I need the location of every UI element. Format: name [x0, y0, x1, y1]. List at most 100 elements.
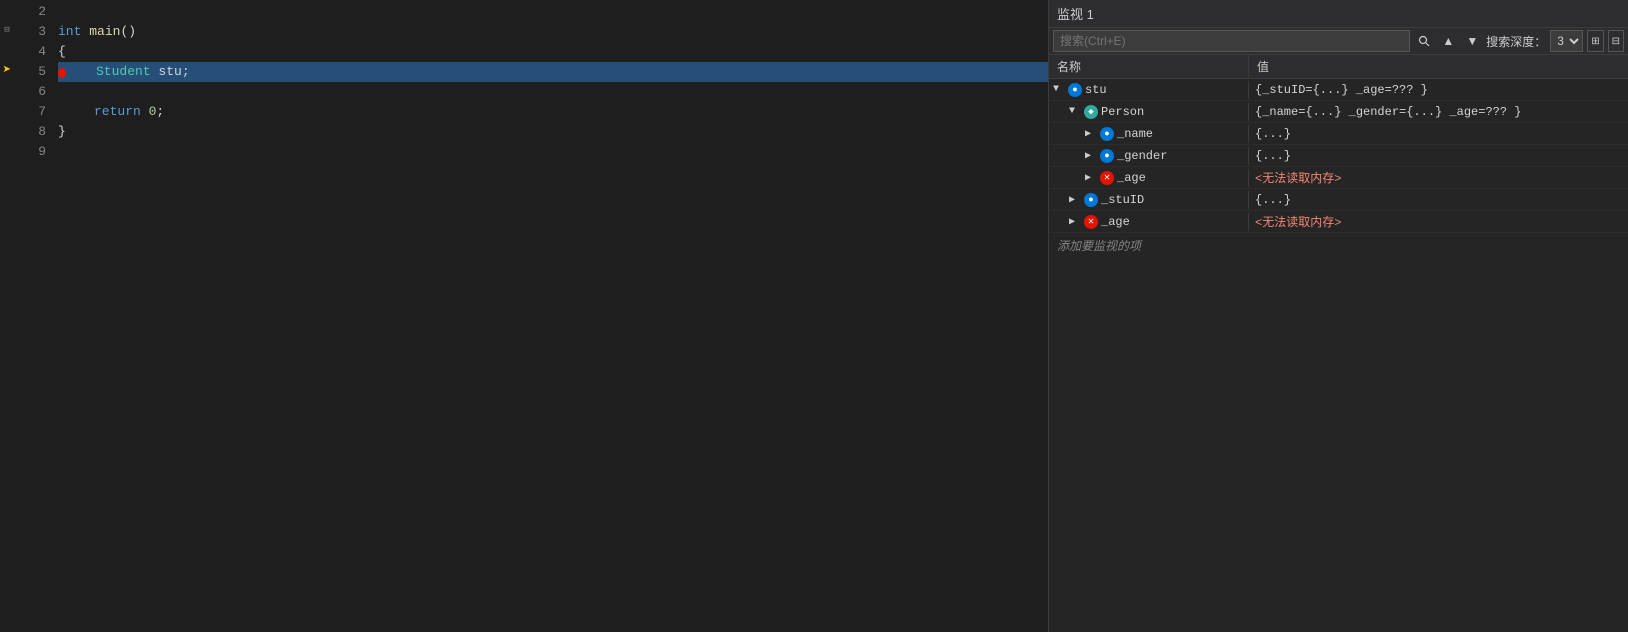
icon-name: ● [1100, 127, 1114, 141]
watch-table: ▼ ● stu {_stuID={...} _age=??? } ▼ ◆ Per… [1049, 79, 1628, 632]
format-icon: ⊞ [1591, 36, 1599, 47]
line-num-2: 2 [14, 2, 46, 22]
keyword-int: int [58, 22, 89, 42]
editor-panel: ⊟ ➤ 2 3 4 5 6 7 8 9 [0, 0, 1048, 632]
search-icon [1418, 35, 1430, 47]
watch-table-header: 名称 值 [1049, 55, 1628, 79]
semicolon: ; [156, 102, 164, 122]
up-arrow-btn[interactable]: ▲ [1438, 30, 1458, 52]
watch-row-name-stu: ▼ ● stu [1049, 81, 1249, 99]
label-name: _name [1117, 127, 1153, 141]
var-stu: stu; [158, 62, 189, 82]
code-line-9 [58, 142, 1048, 162]
expand-icon: ⊟ [1612, 36, 1620, 47]
gutter-line-8 [0, 120, 14, 140]
code-line-5: Student stu; [58, 62, 1048, 82]
watch-row-name-person: ▼ ◆ Person [1049, 103, 1249, 121]
watch-row-name-name: ▶ ● _name [1049, 125, 1249, 143]
expand-all-btn[interactable]: ⊟ [1608, 30, 1624, 52]
label-stu: stu [1085, 83, 1107, 97]
code-line-2 [58, 2, 1048, 22]
icon-gender: ● [1100, 149, 1114, 163]
num-zero: 0 [149, 102, 157, 122]
expand-age2[interactable]: ▶ [1069, 216, 1081, 228]
down-arrow-btn[interactable]: ▼ [1462, 30, 1482, 52]
watch-panel: 监视 1 ▲ ▼ 搜索深度： 3 1 2 4 5 ⊞ ⊟ 名称 值 [1048, 0, 1628, 632]
col-header-name: 名称 [1049, 55, 1249, 78]
watch-search-input[interactable] [1053, 30, 1410, 52]
watch-row-value-person: {_name={...} _gender={...} _age=??? } [1249, 103, 1628, 121]
line-numbers: 2 3 4 5 6 7 8 9 [14, 0, 54, 632]
icon-stu: ● [1068, 83, 1082, 97]
watch-row-value-age1: <无法读取内存> [1249, 167, 1628, 188]
watch-row-stu[interactable]: ▼ ● stu {_stuID={...} _age=??? } [1049, 79, 1628, 101]
line-num-6: 6 [14, 82, 46, 102]
gutter-line-9 [0, 140, 14, 160]
watch-row-age1[interactable]: ▶ ✕ _age <无法读取内存> [1049, 167, 1628, 189]
icon-age2: ✕ [1084, 215, 1098, 229]
watch-row-name-age2: ▶ ✕ _age [1049, 213, 1249, 231]
code-line-4: { [58, 42, 1048, 62]
line-num-4: 4 [14, 42, 46, 62]
brace-close: } [58, 122, 66, 142]
watch-row-name[interactable]: ▶ ● _name {...} [1049, 123, 1628, 145]
breakpoint-dot [58, 68, 66, 78]
label-person: Person [1101, 105, 1144, 119]
line-num-5: 5 [14, 62, 46, 82]
icon-person: ◆ [1084, 105, 1098, 119]
watch-row-gender[interactable]: ▶ ● _gender {...} [1049, 145, 1628, 167]
code-line-6 [58, 82, 1048, 102]
watch-row-value-name: {...} [1249, 125, 1628, 143]
parens: () [120, 22, 136, 42]
watch-row-name-gender: ▶ ● _gender [1049, 147, 1249, 165]
arrow-indicator: ➤ [3, 62, 11, 79]
code-content: int main () { Student stu; return [54, 0, 1048, 632]
code-line-8: } [58, 122, 1048, 142]
label-age2: _age [1101, 215, 1130, 229]
brace-open: { [58, 42, 66, 62]
watch-row-value-stuid: {...} [1249, 191, 1628, 209]
gutter: ⊟ ➤ [0, 0, 14, 632]
expand-stuid[interactable]: ▶ [1069, 194, 1081, 206]
watch-title: 监视 1 [1049, 0, 1628, 28]
toggle-format-btn[interactable]: ⊞ [1587, 30, 1603, 52]
add-watch-row[interactable]: 添加要监视的项 [1049, 233, 1628, 258]
keyword-return: return [94, 102, 149, 122]
search-depth-label: 搜索深度： [1486, 33, 1546, 50]
label-age1: _age [1117, 171, 1146, 185]
keyword-student: Student [96, 62, 158, 82]
search-depth-select[interactable]: 3 1 2 4 5 [1550, 30, 1583, 52]
gutter-line-4 [0, 40, 14, 60]
gutter-line-2 [0, 0, 14, 20]
watch-row-value-gender: {...} [1249, 147, 1628, 165]
watch-row-person[interactable]: ▼ ◆ Person {_name={...} _gender={...} _a… [1049, 101, 1628, 123]
func-main: main [89, 22, 120, 42]
label-gender: _gender [1117, 149, 1167, 163]
gutter-line-5: ➤ [0, 60, 14, 80]
code-line-7: return 0 ; [58, 102, 1048, 122]
gutter-line-7 [0, 100, 14, 120]
line-num-3: 3 [14, 22, 46, 42]
icon-age1: ✕ [1100, 171, 1114, 185]
expand-name[interactable]: ▶ [1085, 128, 1097, 140]
expand-stu[interactable]: ▼ [1053, 84, 1065, 95]
col-header-value: 值 [1249, 55, 1628, 78]
expand-gender[interactable]: ▶ [1085, 150, 1097, 162]
gutter-line-3: ⊟ [0, 20, 14, 40]
search-icon-btn[interactable] [1414, 30, 1434, 52]
label-stuid: _stuID [1101, 193, 1144, 207]
code-line-3: int main () [58, 22, 1048, 42]
collapse-btn-3[interactable]: ⊟ [4, 25, 9, 35]
watch-row-name-stuid: ▶ ● _stuID [1049, 191, 1249, 209]
expand-person[interactable]: ▼ [1069, 106, 1081, 117]
watch-row-age2[interactable]: ▶ ✕ _age <无法读取内存> [1049, 211, 1628, 233]
watch-row-value-stu: {_stuID={...} _age=??? } [1249, 81, 1628, 99]
line-num-9: 9 [14, 142, 46, 162]
expand-age1[interactable]: ▶ [1085, 172, 1097, 184]
gutter-line-6 [0, 80, 14, 100]
code-area: ⊟ ➤ 2 3 4 5 6 7 8 9 [0, 0, 1048, 632]
line-num-8: 8 [14, 122, 46, 142]
watch-row-stuid[interactable]: ▶ ● _stuID {...} [1049, 189, 1628, 211]
icon-stuid: ● [1084, 193, 1098, 207]
watch-row-name-age1: ▶ ✕ _age [1049, 169, 1249, 187]
